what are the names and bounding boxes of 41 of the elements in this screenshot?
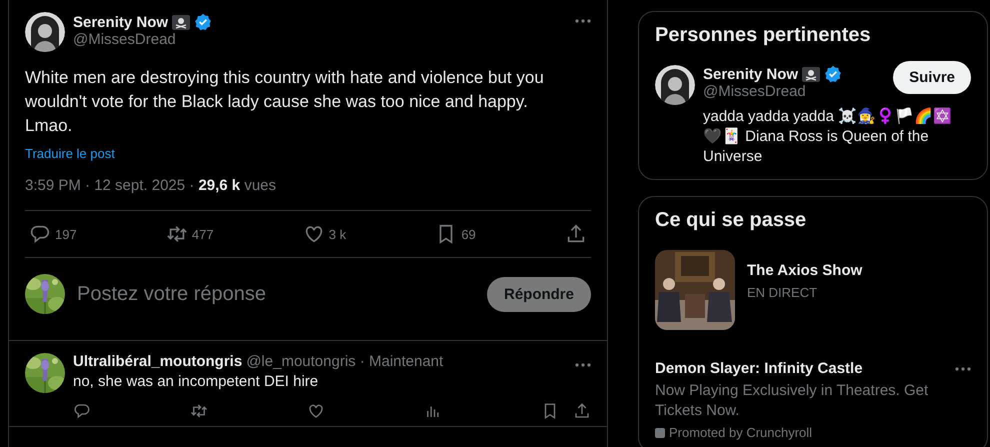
bookmark-button[interactable]: 69 (435, 223, 476, 245)
skull-flag-icon (172, 14, 190, 30)
author-name[interactable]: Serenity Now (73, 14, 168, 30)
speech-bubble-icon (29, 223, 51, 245)
speech-bubble-icon (73, 402, 91, 420)
person-bio: yadda yadda yadda ☠🧙‍♀♀🏳🌈✡🖤🃏 Diana Ross is Queen of the Universe (703, 107, 954, 167)
person-name[interactable]: Serenity Now (703, 66, 798, 82)
post-meta: 3:59 PM · 12 sept. 2025 · 29,6 k vues (25, 177, 278, 194)
translate-link[interactable]: Traduire le post (25, 146, 115, 161)
reply-button[interactable] (73, 402, 91, 420)
repost-icon (166, 223, 188, 245)
follow-button[interactable]: Suivre (893, 61, 971, 94)
post-text: White men are destroying this country with hate and violence but you wouldn't vote for the Black lady cause she was too nice and happy. Lmao. (25, 67, 545, 137)
reply-submit-button[interactable]: Répondre (486, 276, 591, 312)
share-icon (573, 402, 591, 420)
more-icon[interactable] (575, 18, 591, 24)
reply-author-name[interactable]: Ultralibéral_moutongris (73, 353, 242, 370)
skull-flag-icon (802, 66, 820, 82)
live-status: EN DIRECT (747, 285, 818, 300)
repost-icon (190, 402, 208, 420)
more-icon[interactable] (955, 366, 971, 372)
reply-button[interactable]: 197 (29, 223, 77, 245)
reply-meta: @le_moutongris · Maintenant (246, 353, 444, 370)
share-button[interactable] (573, 402, 591, 420)
reply-text: no, she was an incompetent DEI hire (73, 373, 320, 390)
card-title: Ce qui se passe (655, 209, 808, 232)
promoted-icon (655, 428, 665, 438)
repost-button[interactable]: 477 (166, 223, 214, 245)
more-icon[interactable] (575, 362, 591, 368)
like-button[interactable] (307, 402, 325, 420)
person-handle[interactable]: @MissesDread (703, 83, 806, 100)
event-title[interactable]: The Axios Show (747, 262, 862, 279)
author-handle[interactable]: @MissesDread (73, 31, 567, 48)
reply-field[interactable]: Postez votre réponse (77, 282, 475, 306)
card-title: Personnes pertinentes (655, 24, 872, 47)
like-button[interactable]: 3 k (302, 223, 346, 245)
repost-button[interactable] (190, 402, 208, 420)
promo-description: Now Playing Exclusively in Theatres. Get Tickets Now. (655, 381, 930, 421)
heart-icon (307, 402, 325, 420)
promoter-label: Promoted by Crunchyroll (669, 425, 812, 440)
promo-title[interactable]: Demon Slayer: Infinity Castle (655, 360, 863, 377)
